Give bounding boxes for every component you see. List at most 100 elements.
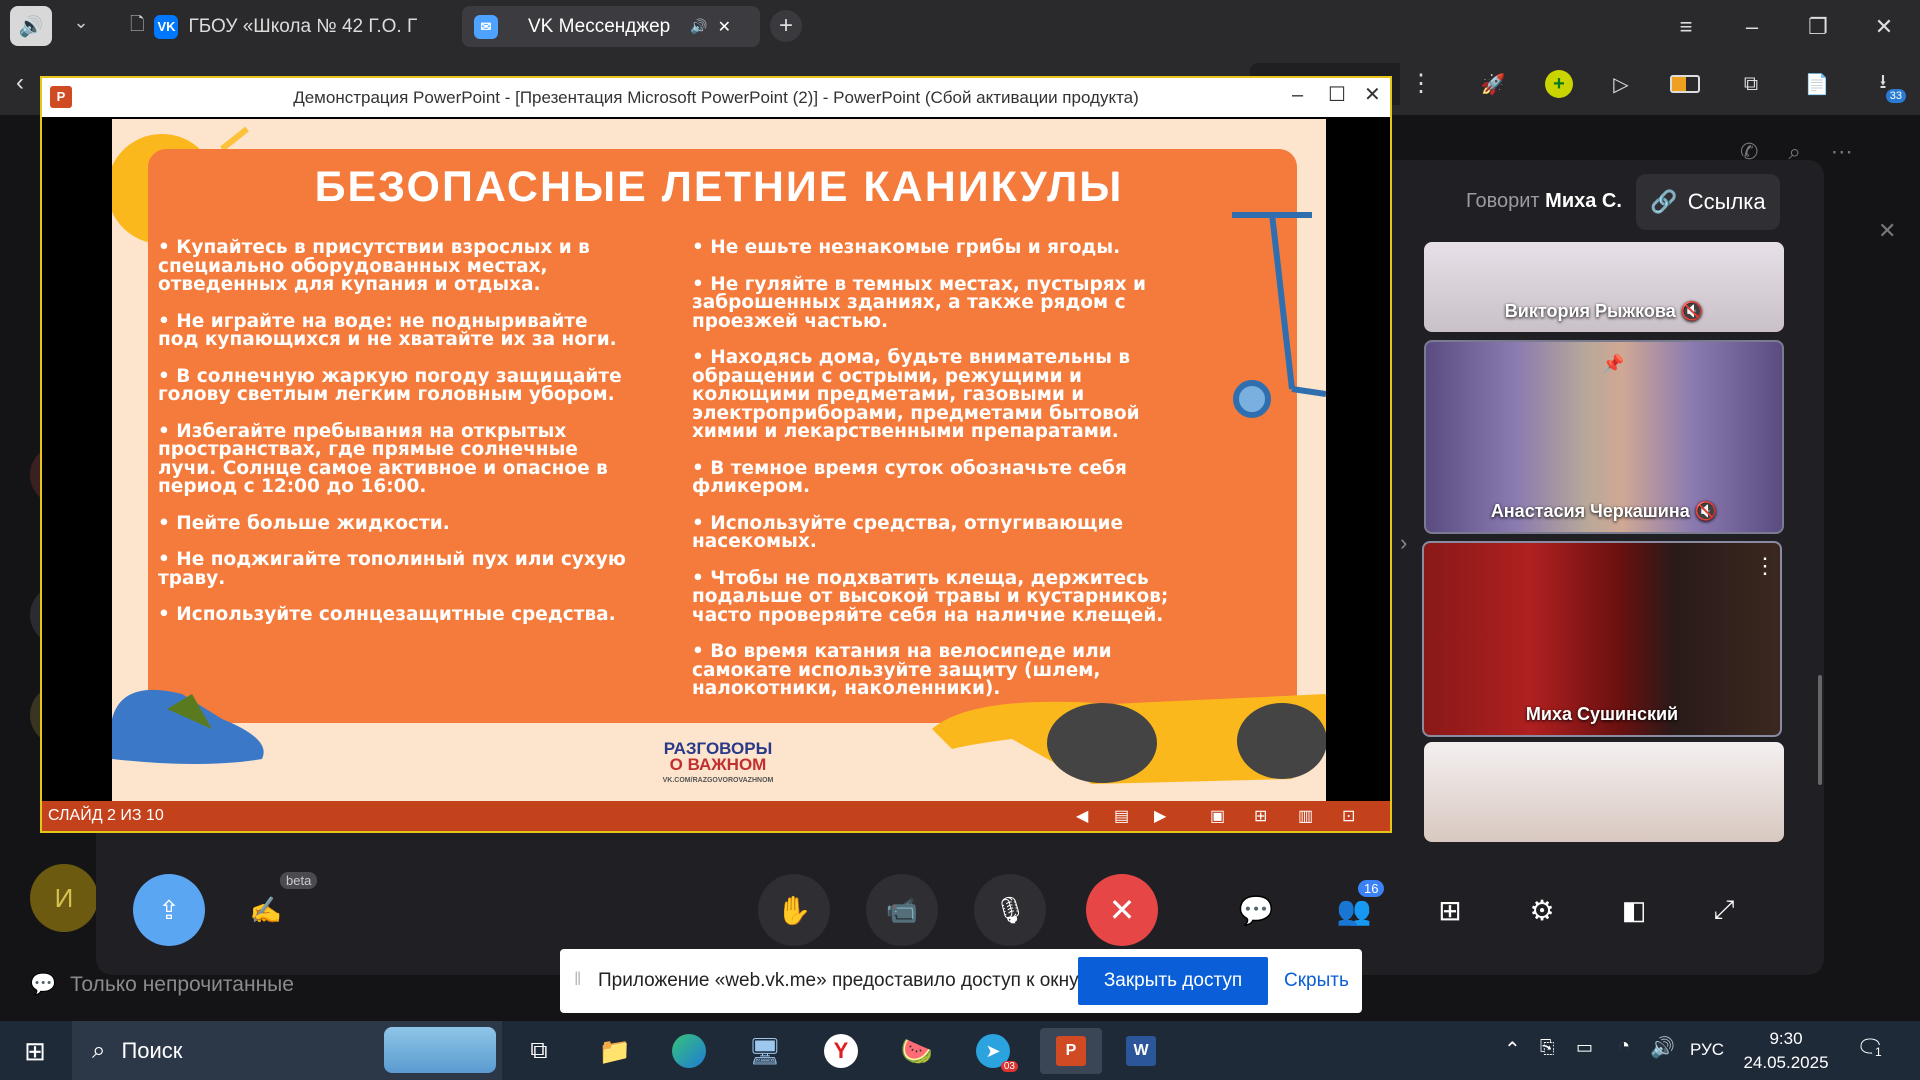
volume-icon[interactable]: 🔊: [1650, 1035, 1675, 1060]
slide-counter: СЛАЙД 2 ИЗ 10: [48, 807, 164, 824]
windows-start-icon[interactable]: ⊞: [12, 1028, 58, 1074]
screen-share-button[interactable]: ⇪: [133, 874, 205, 946]
close-tab-icon[interactable]: ✕: [718, 17, 731, 37]
more-vertical-icon[interactable]: ⋮: [1754, 553, 1776, 579]
vk-messenger-icon: ✉: [474, 14, 498, 39]
participant-tile[interactable]: [1424, 742, 1784, 842]
telegram-icon[interactable]: ➤ 03: [970, 1028, 1018, 1074]
taskbar-search[interactable]: ⌕ Поиск: [72, 1021, 502, 1080]
prev-slide-icon[interactable]: ◀: [1076, 806, 1088, 826]
pin-icon[interactable]: 📌: [1602, 354, 1624, 375]
browser-menu-icon[interactable]: ≡: [1666, 10, 1706, 44]
word-taskbar-icon[interactable]: W: [1118, 1028, 1164, 1074]
end-call-button[interactable]: ✕: [1086, 874, 1158, 946]
mic-muted-icon: 🔇: [1694, 501, 1718, 521]
close-icon[interactable]: ✕: [1364, 82, 1381, 107]
microphone-icon: 🎙: [993, 894, 1027, 925]
drag-handle-icon[interactable]: ‖: [574, 969, 581, 990]
copy-link-button[interactable]: 🔗 Ссылка: [1636, 174, 1780, 230]
more-icon[interactable]: ⋯: [1831, 139, 1853, 169]
fullscreen-icon[interactable]: ⤢: [1700, 886, 1748, 934]
yandex-browser-icon[interactable]: Y: [818, 1028, 864, 1074]
participant-tile[interactable]: 📌 Анастасия Черкашина 🔇: [1424, 340, 1784, 534]
profile-pdf-icon[interactable]: 📄: [1800, 67, 1834, 101]
mic-muted-icon: 🔇: [1680, 301, 1704, 321]
slide-bullet: • Пейте больше жидкости.: [158, 512, 450, 534]
raise-hand-button[interactable]: ✋: [758, 874, 830, 946]
slide-sorter-icon[interactable]: ⊞: [1254, 806, 1267, 826]
maximize-icon[interactable]: ☐: [1328, 82, 1346, 107]
tab-school[interactable]: 🗋 VK ГБОУ «Школа № 42 Г.О. Г: [118, 6, 458, 47]
tab-vk-messenger[interactable]: ✉ VK Мессенджер 🔊 ✕: [462, 6, 760, 47]
meet-now-icon[interactable]: ⎘: [1540, 1037, 1554, 1058]
extension-rocket-icon[interactable]: 🚀: [1476, 67, 1510, 101]
collapse-arrow-icon[interactable]: ›: [1400, 530, 1407, 556]
normal-view-icon[interactable]: ▣: [1210, 806, 1225, 826]
language-indicator[interactable]: РУС: [1690, 1040, 1724, 1060]
restore-icon[interactable]: ❐: [1798, 10, 1838, 44]
task-view-icon[interactable]: ⧉: [516, 1028, 562, 1074]
clock[interactable]: 9:30 24.05.2025: [1740, 1027, 1832, 1075]
slide-title: БЕЗОПАСНЫЕ ЛЕТНИЕ КАНИКУЛЫ: [314, 163, 1124, 211]
grid-view-icon[interactable]: ⊞: [1426, 886, 1474, 934]
more-vertical-icon[interactable]: ⋮: [1406, 69, 1436, 99]
participant-tile[interactable]: Виктория Рыжкова 🔇: [1424, 242, 1784, 332]
minimize-icon[interactable]: –: [1732, 10, 1772, 44]
game-app-icon[interactable]: 🍉: [894, 1028, 940, 1074]
powerpoint-taskbar-icon[interactable]: P: [1040, 1028, 1102, 1074]
settings-gear-icon[interactable]: ⚙: [1518, 886, 1566, 934]
camera-button[interactable]: 📹: [866, 874, 938, 946]
slide-menu-icon[interactable]: ▤: [1114, 806, 1129, 826]
file-explorer-icon[interactable]: 📁: [592, 1028, 638, 1074]
slide-bullet: • Купайтесь в присутствии взрослых и в с…: [158, 237, 590, 295]
tab-list-chevron-icon[interactable]: ⌄: [64, 12, 98, 42]
close-icon[interactable]: ✕: [1864, 10, 1904, 44]
effects-button[interactable]: ✍ beta: [242, 872, 318, 934]
slide-bullet: • Избегайте пребывания на открытых прост…: [158, 420, 608, 497]
scooter-icon: [1232, 212, 1326, 418]
share-message: Приложение «web.vk.me» предоставило дост…: [598, 970, 1082, 991]
tab-audio-icon[interactable]: 🔊: [690, 18, 707, 35]
wifi-icon[interactable]: ◔: [1618, 1035, 1630, 1058]
battery-icon[interactable]: ▭: [1576, 1037, 1593, 1058]
chevron-up-icon[interactable]: ⌃: [1504, 1037, 1521, 1062]
link-icon: 🔗: [1650, 189, 1678, 214]
edge-icon[interactable]: [666, 1028, 712, 1074]
slide-bullet: • Чтобы не подхватить клеща, держитесь п…: [692, 567, 1169, 626]
slide-bullet: • Во время катания на велосипеде или сам…: [692, 641, 1112, 699]
minimize-icon[interactable]: –: [1292, 84, 1303, 107]
extension-play-icon[interactable]: ▷: [1604, 67, 1638, 101]
ppt-window-title: Демонстрация PowerPoint - [Презентация M…: [293, 87, 1139, 107]
powerpoint-window: P Демонстрация PowerPoint - [Презентация…: [40, 76, 1392, 833]
chat-avatar-letter[interactable]: И: [30, 864, 98, 932]
speaker-icon: 🔊: [18, 15, 44, 38]
chat-button[interactable]: 💬: [1232, 886, 1280, 934]
participants-button[interactable]: 👥 16: [1330, 880, 1385, 934]
slide: БЕЗОПАСНЫЕ ЛЕТНИЕ КАНИКУЛЫ • Купайтесь в…: [112, 119, 1326, 801]
participant-tile[interactable]: ⋮ Миха Сушинский: [1422, 541, 1782, 737]
slideshow-icon[interactable]: ⊡: [1342, 806, 1355, 826]
search-label: Поиск: [121, 1037, 183, 1063]
stop-sharing-button[interactable]: Закрыть доступ: [1078, 957, 1268, 1005]
microphone-button[interactable]: 🎙: [974, 874, 1046, 946]
picture-in-picture-icon[interactable]: ◧: [1610, 886, 1658, 934]
collections-icon[interactable]: ⧉: [1734, 67, 1768, 101]
extension-plus-icon[interactable]: +: [1542, 67, 1576, 101]
speaking-indicator: Говорит Миха С.: [1466, 190, 1622, 212]
powerpoint-logo-icon: P: [50, 86, 72, 108]
hand-icon: ✋: [776, 894, 812, 926]
reading-view-icon[interactable]: ▥: [1298, 806, 1313, 826]
downloads-icon[interactable]: ⭳ 33: [1866, 67, 1906, 103]
desktop-app-icon[interactable]: 🖥: [742, 1028, 788, 1074]
slide-bullet: • Не поджигайте тополиный пух или сухую …: [158, 549, 626, 589]
unread-filter-label: Только непрочитанные: [70, 973, 294, 996]
participants-scrollbar[interactable]: [1818, 675, 1822, 785]
battery-saver-icon[interactable]: [1668, 67, 1702, 101]
tab-audio-button[interactable]: 🔊: [10, 6, 52, 46]
chat-bubble-icon: 💬: [30, 973, 57, 996]
close-icon[interactable]: ✕: [1878, 218, 1896, 244]
next-slide-icon[interactable]: ▶: [1154, 806, 1166, 826]
new-tab-button[interactable]: +: [770, 10, 802, 42]
notification-center-icon[interactable]: 🗨 1: [1856, 1035, 1885, 1061]
hide-button[interactable]: Скрыть: [1284, 970, 1349, 992]
